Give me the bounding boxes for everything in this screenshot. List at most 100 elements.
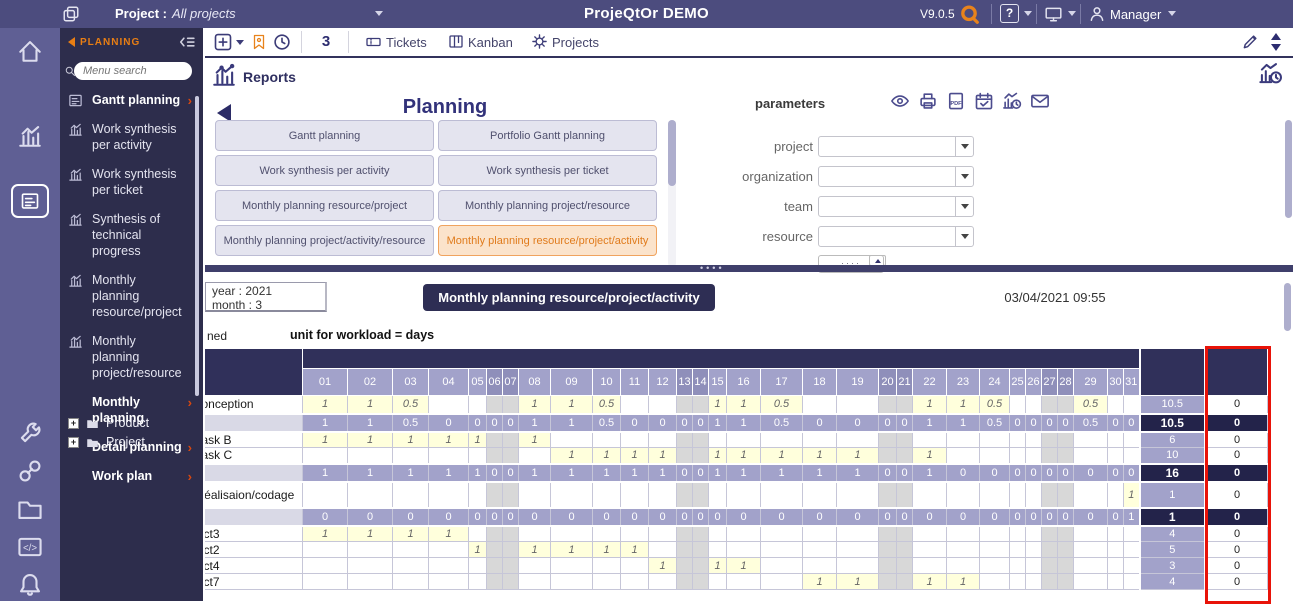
monitor-caret-icon[interactable]: [1068, 11, 1076, 16]
day-header: 09: [551, 369, 593, 396]
user-caret-icon[interactable]: [1168, 11, 1176, 16]
gear-icon[interactable]: [531, 33, 548, 50]
report-history-icon[interactable]: [1258, 61, 1283, 86]
help-caret-icon[interactable]: [1024, 11, 1032, 16]
chevron-down-icon[interactable]: [955, 137, 973, 156]
project-select[interactable]: [818, 136, 974, 157]
report-button-work-synthesis-per-ticket[interactable]: Work synthesis per ticket: [438, 155, 657, 186]
expand-icon[interactable]: +: [68, 437, 79, 448]
workload-cell: [503, 482, 519, 508]
organization-select[interactable]: [818, 166, 974, 187]
sidebar-item-work-synthesis-per-ticket[interactable]: Work synthesis per ticket: [60, 164, 199, 200]
workload-cell: [1058, 482, 1074, 508]
sidebar-item-work-synthesis-per-activity[interactable]: Work synthesis per activity: [60, 119, 199, 155]
report-button-portfolio-gantt-planning[interactable]: Portfolio Gantt planning: [438, 120, 657, 151]
workload-cell: [429, 558, 469, 574]
tickets-button[interactable]: Tickets: [386, 35, 427, 50]
report-button-monthly-planning-resource-project-activity[interactable]: Monthly planning resource/project/activi…: [438, 225, 657, 256]
panel-scrollbar[interactable]: [1285, 120, 1292, 218]
preview-icon[interactable]: [890, 91, 910, 111]
sidebar-scrollbar[interactable]: [195, 96, 199, 396]
workload-cell: [727, 542, 761, 558]
open-items-count[interactable]: 3: [313, 33, 339, 50]
workload-cell: [1124, 448, 1140, 464]
report-scrollbar[interactable]: [1284, 283, 1291, 331]
user-menu[interactable]: Manager: [1110, 7, 1161, 22]
home-icon[interactable]: [17, 38, 43, 64]
report-title-button[interactable]: Monthly planning resource/project/activi…: [423, 284, 715, 311]
total-cell: 1: [348, 414, 393, 432]
month-header: [303, 349, 1140, 369]
collapse-left-icon[interactable]: [68, 37, 75, 47]
kanban-icon[interactable]: [448, 33, 464, 50]
report-button-monthly-planning-project-activity-resource[interactable]: Monthly planning project/activity/resour…: [215, 225, 434, 256]
sort-down-icon[interactable]: [1271, 44, 1281, 51]
chevron-down-icon[interactable]: [955, 167, 973, 186]
pdf-icon[interactable]: PDF: [946, 91, 966, 111]
sidebar-item-work-plan[interactable]: Work plan›: [60, 466, 199, 486]
mail-icon[interactable]: [1030, 91, 1050, 111]
sidebar-item-label: Monthly planning resource/project: [92, 272, 185, 320]
tree-item-product[interactable]: +Product: [68, 416, 198, 430]
code-icon[interactable]: </>: [17, 534, 43, 560]
expand-icon[interactable]: +: [68, 418, 79, 429]
reports-rail-icon[interactable]: [17, 123, 43, 149]
buttons-scrollbar-track[interactable]: [668, 120, 676, 267]
sum-cell: 10.5: [1140, 396, 1206, 414]
workload-cell: [1026, 448, 1042, 464]
help-button[interactable]: ?: [1000, 4, 1019, 23]
bookmark-icon[interactable]: [251, 32, 267, 52]
ticket-icon[interactable]: [365, 34, 382, 50]
report-button-monthly-planning-project-resource[interactable]: Monthly planning project/resource: [438, 190, 657, 221]
pencil-icon[interactable]: [1241, 33, 1259, 51]
sidebar-item-label: Work synthesis per ticket: [92, 166, 185, 198]
total-cell: 0: [693, 464, 709, 482]
workload-cell: [1042, 432, 1058, 448]
collapse-menu-icon[interactable]: [177, 32, 197, 52]
sidebar-item-gantt-planning[interactable]: Gantt planning›: [60, 90, 199, 110]
history-icon[interactable]: [272, 32, 292, 52]
projects-button[interactable]: Projects: [552, 35, 599, 50]
workload-cell: 1: [348, 432, 393, 448]
workload-cell: [1108, 396, 1124, 414]
sort-up-icon[interactable]: [1271, 33, 1281, 40]
notifications-icon[interactable]: [17, 571, 43, 597]
report-button-gantt-planning[interactable]: Gantt planning: [215, 120, 434, 151]
report-icon: [68, 273, 83, 288]
calendar-check-icon[interactable]: [974, 91, 994, 111]
add-button[interactable]: [213, 32, 233, 52]
activity-row: conception110.5110.5110.5110.50.510.50: [196, 396, 1268, 414]
workload-cell: [429, 482, 469, 508]
monitor-icon[interactable]: [1044, 5, 1063, 23]
sidebar-item-synthesis-of-technical-progress[interactable]: Synthesis of technical progress: [60, 209, 199, 261]
tools-icon[interactable]: [17, 420, 43, 446]
buttons-scrollbar-thumb[interactable]: [668, 120, 676, 186]
chevron-down-icon[interactable]: [955, 227, 973, 246]
links-icon[interactable]: [17, 458, 43, 484]
total-cell: 1: [519, 464, 551, 482]
svg-text:PDF: PDF: [950, 101, 962, 107]
add-caret-icon[interactable]: [236, 40, 244, 45]
report-button-work-synthesis-per-activity[interactable]: Work synthesis per activity: [215, 155, 434, 186]
splitter-handle[interactable]: ••••: [700, 266, 725, 271]
report-button-monthly-planning-resource-project[interactable]: Monthly planning resource/project: [215, 190, 434, 221]
chevron-down-icon[interactable]: [955, 197, 973, 216]
team-select[interactable]: [818, 196, 974, 217]
splitter-bar[interactable]: ••••: [205, 265, 1293, 272]
param-label: project: [774, 139, 813, 154]
sidebar-item-monthly-planning-project-resource[interactable]: Monthly planning project/resource: [60, 331, 199, 383]
tree-item-project[interactable]: +Project: [68, 435, 198, 449]
planning-rail-icon-selected[interactable]: [11, 184, 49, 218]
sidebar-item-monthly-planning-resource-project[interactable]: Monthly planning resource/project: [60, 270, 199, 322]
kanban-button[interactable]: Kanban: [468, 35, 513, 50]
param-row-organization: organization: [685, 166, 1105, 187]
report-clock-icon[interactable]: [1002, 91, 1022, 111]
documents-icon[interactable]: [17, 496, 43, 522]
menu-search-input[interactable]: [74, 62, 192, 80]
chevron-right-icon: ›: [188, 469, 192, 484]
resource-select[interactable]: [818, 226, 974, 247]
workload-cell: [980, 448, 1010, 464]
print-icon[interactable]: [918, 91, 938, 111]
workload-cell: [1042, 396, 1058, 414]
total-cell: 1: [913, 414, 947, 432]
